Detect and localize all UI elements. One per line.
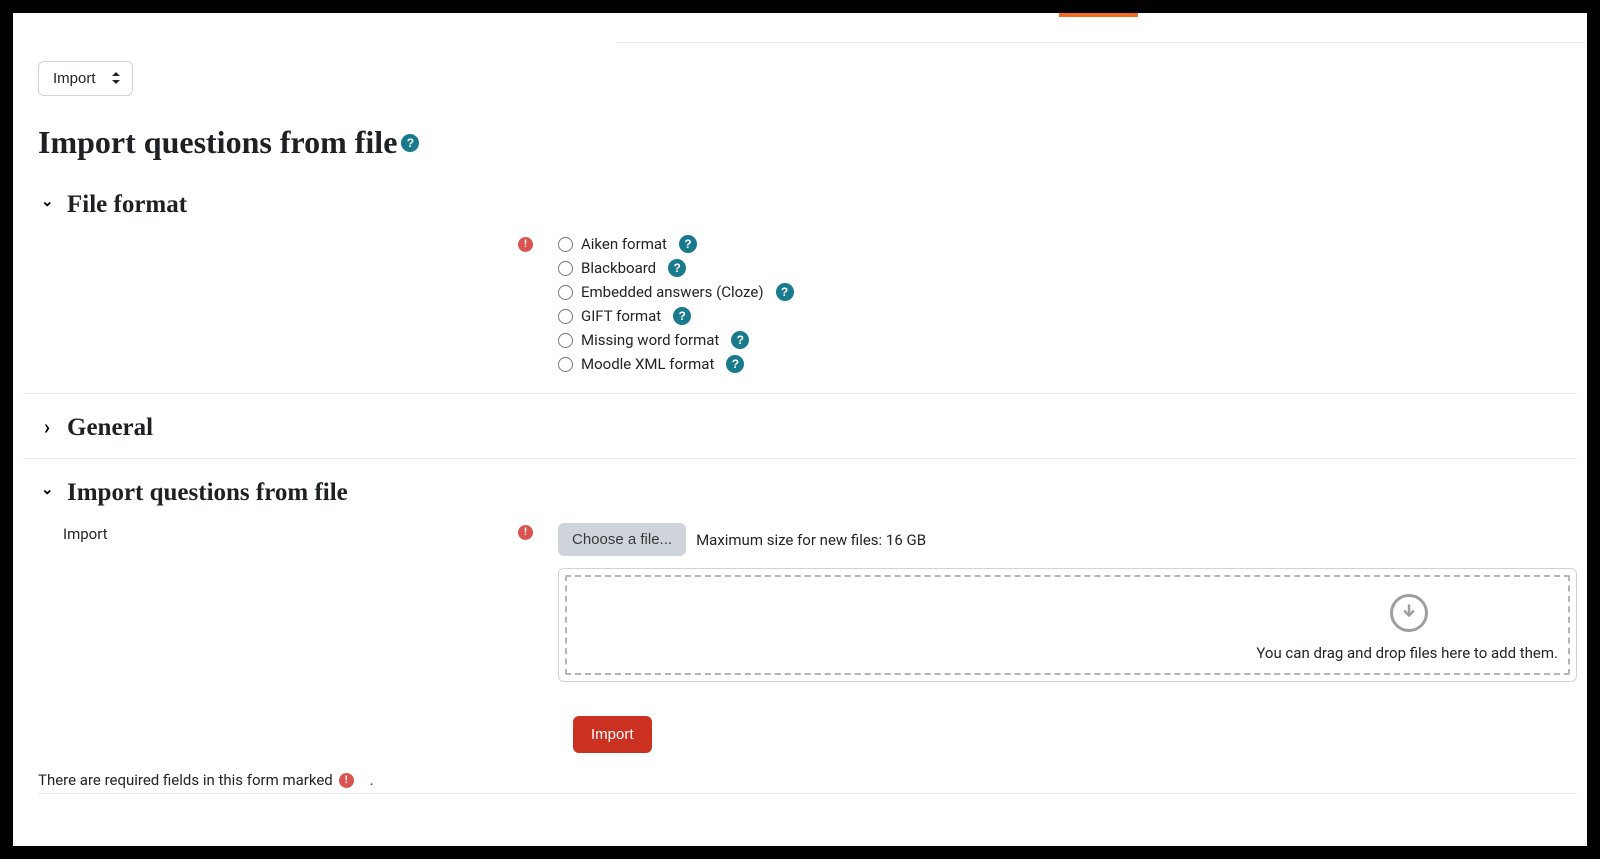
section-toggle-import-file[interactable]: Import questions from file — [23, 459, 1577, 515]
radio-aiken[interactable]: Aiken format ? — [558, 235, 1577, 253]
section-toggle-general[interactable]: General — [23, 394, 1577, 450]
download-arrow-icon — [1390, 594, 1428, 632]
help-icon[interactable]: ? — [673, 307, 691, 325]
radio-label: Aiken format — [581, 235, 667, 253]
help-icon[interactable]: ? — [776, 283, 794, 301]
file-format-radio-group: Aiken format ? Blackboard ? Embedded ans… — [558, 235, 1577, 373]
section-toggle-file-format[interactable]: File format — [23, 171, 1577, 227]
chevron-right-icon — [41, 416, 53, 440]
radio-input[interactable] — [558, 237, 573, 252]
required-note-suffix: . — [370, 771, 374, 789]
chevron-down-icon — [41, 196, 53, 214]
page-action-select[interactable]: Import — [38, 61, 133, 96]
radio-moodle-xml[interactable]: Moodle XML format ? — [558, 355, 1577, 373]
radio-missing-word[interactable]: Missing word format ? — [558, 331, 1577, 349]
radio-input[interactable] — [558, 261, 573, 276]
file-dropzone[interactable]: You can drag and drop files here to add … — [565, 575, 1570, 675]
page-title: Import questions from file ? — [38, 124, 1577, 161]
help-icon[interactable]: ? — [679, 235, 697, 253]
radio-blackboard[interactable]: Blackboard ? — [558, 259, 1577, 277]
radio-label: Embedded answers (Cloze) — [581, 283, 764, 301]
radio-label: Moodle XML format — [581, 355, 714, 373]
dropzone-text: You can drag and drop files here to add … — [1256, 644, 1558, 662]
radio-cloze[interactable]: Embedded answers (Cloze) ? — [558, 283, 1577, 301]
required-icon: ! — [518, 237, 533, 252]
choose-file-button[interactable]: Choose a file... — [558, 523, 686, 556]
chevron-down-icon — [41, 484, 53, 502]
radio-label: GIFT format — [581, 307, 661, 325]
section-title-file-format: File format — [67, 191, 187, 219]
page-title-text: Import questions from file — [38, 124, 397, 161]
required-icon: ! — [339, 773, 354, 788]
required-fields-note: There are required fields in this form m… — [38, 771, 1577, 794]
radio-input[interactable] — [558, 309, 573, 324]
help-icon[interactable]: ? — [668, 259, 686, 277]
help-icon[interactable]: ? — [401, 134, 419, 152]
import-submit-button[interactable]: Import — [573, 716, 652, 753]
radio-input[interactable] — [558, 285, 573, 300]
help-icon[interactable]: ? — [726, 355, 744, 373]
required-note-text: There are required fields in this form m… — [38, 771, 333, 789]
section-title-import-file: Import questions from file — [67, 479, 348, 507]
radio-gift[interactable]: GIFT format ? — [558, 307, 1577, 325]
import-label: Import — [63, 525, 108, 543]
radio-input[interactable] — [558, 357, 573, 372]
required-icon: ! — [518, 525, 533, 540]
radio-label: Blackboard — [581, 259, 656, 277]
help-icon[interactable]: ? — [731, 331, 749, 349]
max-size-text: Maximum size for new files: 16 GB — [696, 531, 926, 549]
section-title-general: General — [67, 414, 153, 442]
tab-underline — [617, 42, 1587, 43]
radio-label: Missing word format — [581, 331, 719, 349]
radio-input[interactable] — [558, 333, 573, 348]
file-dropzone-container: You can drag and drop files here to add … — [558, 568, 1577, 682]
active-tab-indicator — [1059, 13, 1138, 17]
